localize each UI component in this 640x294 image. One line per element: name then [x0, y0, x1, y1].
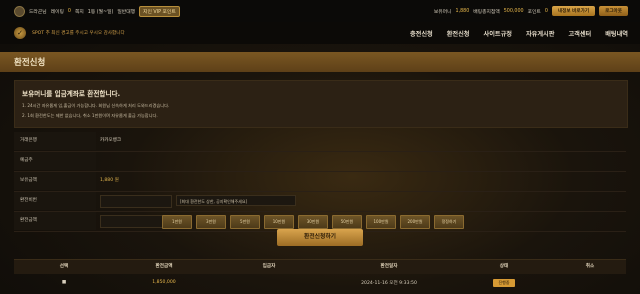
withdraw-form: 거래은행 카카오뱅크 예금주 보유금액 1,880 원 환전비번 [최대 환전한…: [14, 132, 626, 232]
col-date: 환전일자: [380, 264, 398, 269]
amount-label: 환전금액: [14, 212, 96, 230]
bet-total-label: 배팅총지점액: [473, 9, 500, 15]
menu-rules[interactable]: 사이트규정: [484, 29, 512, 38]
avatar: [14, 5, 25, 17]
rating-value: 0: [67, 8, 71, 14]
submit-withdraw-button[interactable]: 환전신청하기: [277, 229, 363, 246]
myinfo-button[interactable]: 내정보 바로가기: [551, 6, 596, 16]
amount-button-5[interactable]: 5만원: [230, 215, 260, 229]
col-amount: 환전금액: [155, 264, 173, 269]
holder-label: 예금주: [14, 152, 96, 170]
col-depositor: 입금자: [262, 264, 276, 269]
username: 드라곤님: [29, 9, 47, 15]
amount-button-10[interactable]: 10만원: [264, 215, 294, 229]
status-badge: 진행중: [493, 278, 515, 287]
point-value: 0: [544, 8, 548, 14]
menu-support[interactable]: 고객센터: [568, 29, 591, 38]
page-title: 환전신청: [14, 58, 46, 68]
info-heading: 보유머니를 입금계좌로 환전합니다.: [22, 90, 121, 98]
amount-button-1[interactable]: 1만원: [162, 215, 192, 229]
nav-bar: ✓ SPOT 추 최신 경고를 주시고 우시오 감사합니다 충전신청 환전신청 …: [0, 22, 640, 44]
menu-bet-history[interactable]: 배팅내역: [605, 29, 628, 38]
message-link[interactable]: 쪽지: [75, 8, 84, 15]
password-note: [최대 환전한도 상한, 공지확인해주세요]: [176, 195, 296, 206]
amount-button-50[interactable]: 50만원: [332, 215, 362, 229]
balance-row-label: 보유금액: [14, 172, 96, 190]
bank-value: 카카오뱅크: [100, 138, 122, 143]
notice-ticker: SPOT 추 최신 경고를 주시고 우시오 감사합니다: [32, 31, 125, 36]
page-title-bar: 환전신청: [0, 52, 640, 72]
top-bar: 드라곤님 레이팅 0 쪽지 1등 (월~일) 일반대행 지인 VIP 포인트 보…: [0, 0, 640, 23]
info-line-2: 2. 1회 환전한도는 제한 없습니다, 취소 1만원이며 자유롭게 출금 가능…: [22, 113, 158, 118]
col-select: 선택: [59, 264, 69, 269]
vip-badge[interactable]: 지인 VIP 포인트: [139, 5, 180, 17]
balance-row-value: 1,880 원: [100, 178, 119, 183]
form-row-holder: 예금주: [14, 152, 626, 172]
page: 드라곤님 레이팅 0 쪽지 1등 (월~일) 일반대행 지인 VIP 포인트 보…: [0, 0, 640, 294]
col-cancel: 취소: [585, 264, 595, 269]
amount-button-3[interactable]: 3만원: [196, 215, 226, 229]
point-label: 포인트: [527, 9, 541, 15]
amount-button-100[interactable]: 100만원: [366, 215, 396, 229]
form-row-balance: 보유금액 1,880 원: [14, 172, 626, 192]
menu-deposit[interactable]: 충전신청: [410, 29, 433, 38]
balance-label: 보유머니: [433, 9, 452, 15]
amount-reset-button[interactable]: 정정하기: [434, 215, 464, 229]
row-amount: 1,850,000: [152, 280, 176, 285]
password-input[interactable]: [100, 195, 172, 208]
bet-total-value: 500,000: [503, 8, 524, 14]
logout-button[interactable]: 로그아웃: [599, 6, 628, 16]
amount-button-200[interactable]: 200만원: [400, 215, 430, 229]
menu-withdraw[interactable]: 환전신청: [447, 29, 470, 38]
main-menu: 충전신청 환전신청 사이트규정 자유게시판 고객센터 배팅내역: [410, 29, 640, 38]
row-select-checkbox[interactable]: ■: [14, 280, 114, 285]
amount-button-30[interactable]: 30만원: [298, 215, 328, 229]
info-line-1: 1. 24시간 자유롭게 입,출금이 가능합니다. 회원님 신속하게 처리 도와…: [22, 103, 170, 108]
info-box: 보유머니를 입금계좌로 환전합니다. 1. 24시간 자유롭게 입,출금이 가능…: [14, 80, 628, 128]
form-row-password: 환전비번 [최대 환전한도 상한, 공지확인해주세요]: [14, 192, 626, 212]
col-status: 상태: [499, 264, 509, 269]
row-status: 진행중: [454, 278, 554, 287]
menu-board[interactable]: 자유게시판: [526, 29, 554, 38]
password-label: 환전비번: [14, 192, 96, 210]
rating-label: 레이팅: [50, 9, 64, 15]
form-row-bank: 거래은행 카카오뱅크: [14, 132, 626, 152]
history-table-header: 선택 환전금액 입금자 환전일자 상태 취소: [14, 259, 626, 274]
bank-label: 거래은행: [14, 132, 96, 150]
table-row: ■ 1,850,000 2024-11-16 오전 9:33:50 진행중: [14, 273, 626, 292]
site-logo-icon[interactable]: ✓: [14, 27, 26, 39]
bonus-info: 일반대행: [117, 9, 136, 15]
balance-value: 1,880: [455, 8, 470, 14]
level-info: 1등 (월~일): [87, 9, 114, 15]
row-date: 2024-11-16 오전 9:33:50: [361, 280, 417, 286]
